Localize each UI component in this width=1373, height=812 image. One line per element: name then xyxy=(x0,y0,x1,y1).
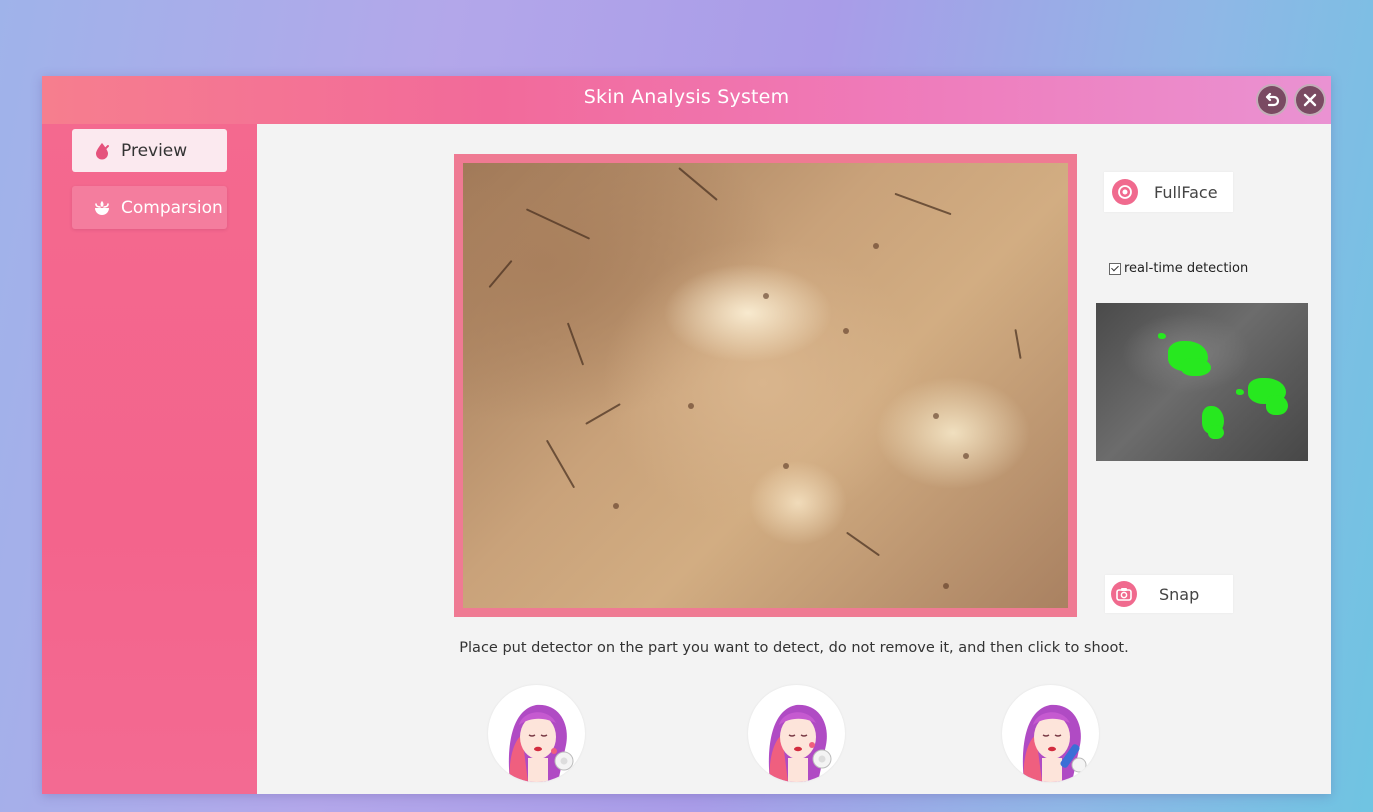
app-window: Skin Analysis System Preview Comparsion … xyxy=(42,76,1331,794)
skin-texture xyxy=(846,531,880,557)
face-with-detector-icon xyxy=(768,704,832,782)
lotus-icon xyxy=(95,200,109,215)
fullface-label: FullFace xyxy=(1154,182,1218,202)
skin-texture xyxy=(688,403,694,409)
back-arrow-icon xyxy=(1265,92,1280,107)
skin-texture xyxy=(783,463,789,469)
camera-live-feed xyxy=(463,163,1068,608)
skin-texture xyxy=(545,439,576,489)
skin-texture xyxy=(525,208,591,240)
skin-texture xyxy=(678,167,718,201)
window-title: Skin Analysis System xyxy=(583,86,790,108)
close-icon xyxy=(1303,93,1317,107)
drop-icon xyxy=(96,142,109,159)
skin-texture xyxy=(843,328,849,334)
sidebar-item-label: Preview xyxy=(121,140,188,161)
skin-texture xyxy=(488,259,513,289)
skin-texture xyxy=(566,322,585,366)
skin-texture xyxy=(894,192,952,216)
detection-result-preview xyxy=(1096,303,1308,461)
skin-texture xyxy=(873,243,879,249)
skin-texture xyxy=(763,293,769,299)
skin-texture xyxy=(585,403,621,425)
detect-position-avatar-2[interactable] xyxy=(748,685,845,782)
instruction-text: Place put detector on the part you want … xyxy=(459,640,1129,656)
sidebar: Preview Comparsion xyxy=(42,124,257,794)
detect-position-avatar-1[interactable] xyxy=(488,685,585,782)
realtime-detection-label: real-time detection xyxy=(1124,261,1249,276)
snap-label: Snap xyxy=(1159,584,1200,604)
camera-icon xyxy=(1111,581,1137,607)
title-bar: Skin Analysis System xyxy=(42,76,1331,124)
realtime-detection-toggle[interactable]: real-time detection xyxy=(1109,261,1248,276)
target-icon xyxy=(1112,179,1138,205)
close-button[interactable] xyxy=(1294,84,1326,116)
sidebar-item-label: Comparsion xyxy=(121,197,223,218)
detection-highlight xyxy=(1236,389,1244,395)
sidebar-item-preview[interactable]: Preview xyxy=(72,129,227,172)
skin-texture xyxy=(1014,329,1022,359)
detection-highlight xyxy=(1208,425,1224,439)
detection-highlight xyxy=(1158,333,1166,339)
back-button[interactable] xyxy=(1256,84,1288,116)
main-content: FullFace real-time detection Snap Place … xyxy=(257,124,1331,794)
sidebar-item-comparsion[interactable]: Comparsion xyxy=(72,186,227,229)
snap-button[interactable]: Snap xyxy=(1105,575,1233,613)
detect-position-avatar-3[interactable] xyxy=(1002,685,1099,782)
realtime-detection-checkbox[interactable] xyxy=(1109,262,1121,275)
fullface-button[interactable]: FullFace xyxy=(1104,172,1233,212)
skin-texture xyxy=(943,583,949,589)
skin-texture xyxy=(933,413,939,419)
detection-highlight xyxy=(1181,358,1211,376)
camera-frame xyxy=(454,154,1077,617)
detection-highlight xyxy=(1266,395,1288,415)
skin-texture xyxy=(613,503,619,509)
skin-texture xyxy=(963,453,969,459)
face-with-detector-icon xyxy=(508,704,574,782)
face-with-detector-pen-icon xyxy=(1022,704,1087,782)
